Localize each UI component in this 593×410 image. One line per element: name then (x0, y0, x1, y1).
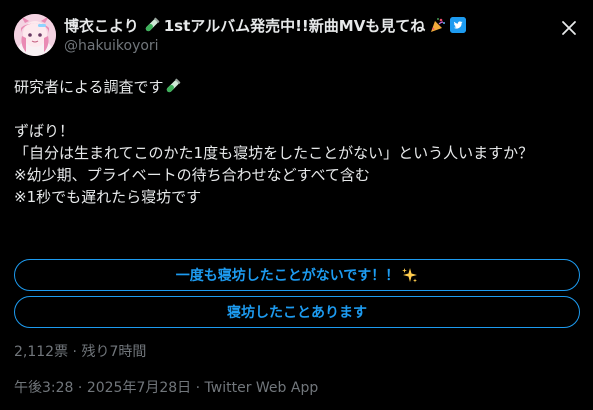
poll-option-never-overslept[interactable]: 一度も寝坊したことがないです！！ (14, 259, 580, 291)
body-line: ※1秒でも遅れたら寝坊です (14, 188, 202, 206)
body-line: ずばり！ (14, 122, 75, 140)
poll-option-label: 寝坊したことあります (227, 305, 367, 321)
avatar-image (14, 14, 56, 56)
body-line-blank (14, 98, 580, 120)
test-tube-icon (143, 17, 160, 34)
sparkles-icon (401, 267, 418, 284)
body-line: 「自分は生まれてこのかた1度も寝坊をしたことがない」という人いますか？ (14, 144, 534, 162)
poll-vote-count: 2,112票 (14, 344, 69, 360)
poll-time-remaining: 残り7時間 (81, 344, 147, 360)
twitter-bird-badge-icon (450, 17, 467, 33)
tweet-card: 博衣こより 1stアルバム発売中!!新曲MVも見てね @hakuikoyori … (0, 0, 593, 410)
avatar[interactable] (14, 14, 56, 56)
timestamp-separator: · (195, 380, 201, 396)
author-block: 博衣こより 1stアルバム発売中!!新曲MVも見てね @hakuikoyori (64, 14, 553, 56)
poll-meta: 2,112票 · 残り7時間 (14, 341, 146, 361)
close-icon (562, 21, 576, 35)
tweet-time[interactable]: 午後3:28 (14, 380, 73, 396)
poll-meta-separator: · (72, 344, 77, 360)
display-name[interactable]: 博衣こより (64, 15, 139, 36)
display-name-row[interactable]: 博衣こより 1stアルバム発売中!!新曲MVも見てね (64, 14, 553, 36)
timestamp-separator: · (77, 380, 83, 396)
tweet-date[interactable]: 2025年7月28日 (87, 380, 191, 396)
poll-option-label: 一度も寝坊したことがないです！！ (175, 268, 400, 284)
poll: 一度も寝坊したことがないです！！ 寝坊したことあります (14, 259, 580, 333)
tweet-timestamp: 午後3:28 · 2025年7月28日 · Twitter Web App (14, 377, 318, 397)
body-line: 研究者による調査です (14, 76, 580, 98)
test-tube-icon (164, 78, 181, 95)
author-handle[interactable]: @hakuikoyori (64, 38, 553, 56)
party-popper-icon (429, 17, 446, 34)
tweet-source: Twitter Web App (204, 380, 319, 396)
tweet-body: 研究者による調査です ずばり！ 「自分は生まれてこのかた1度も寝坊をしたことがな… (14, 76, 580, 208)
body-line: ※幼少期、プライベートの待ち合わせなどすべて含む (14, 166, 370, 184)
display-name-suffix[interactable]: 1stアルバム発売中!!新曲MVも見てね (164, 15, 426, 36)
poll-option-have-overslept[interactable]: 寝坊したことあります (14, 296, 580, 328)
close-button[interactable] (559, 18, 579, 38)
